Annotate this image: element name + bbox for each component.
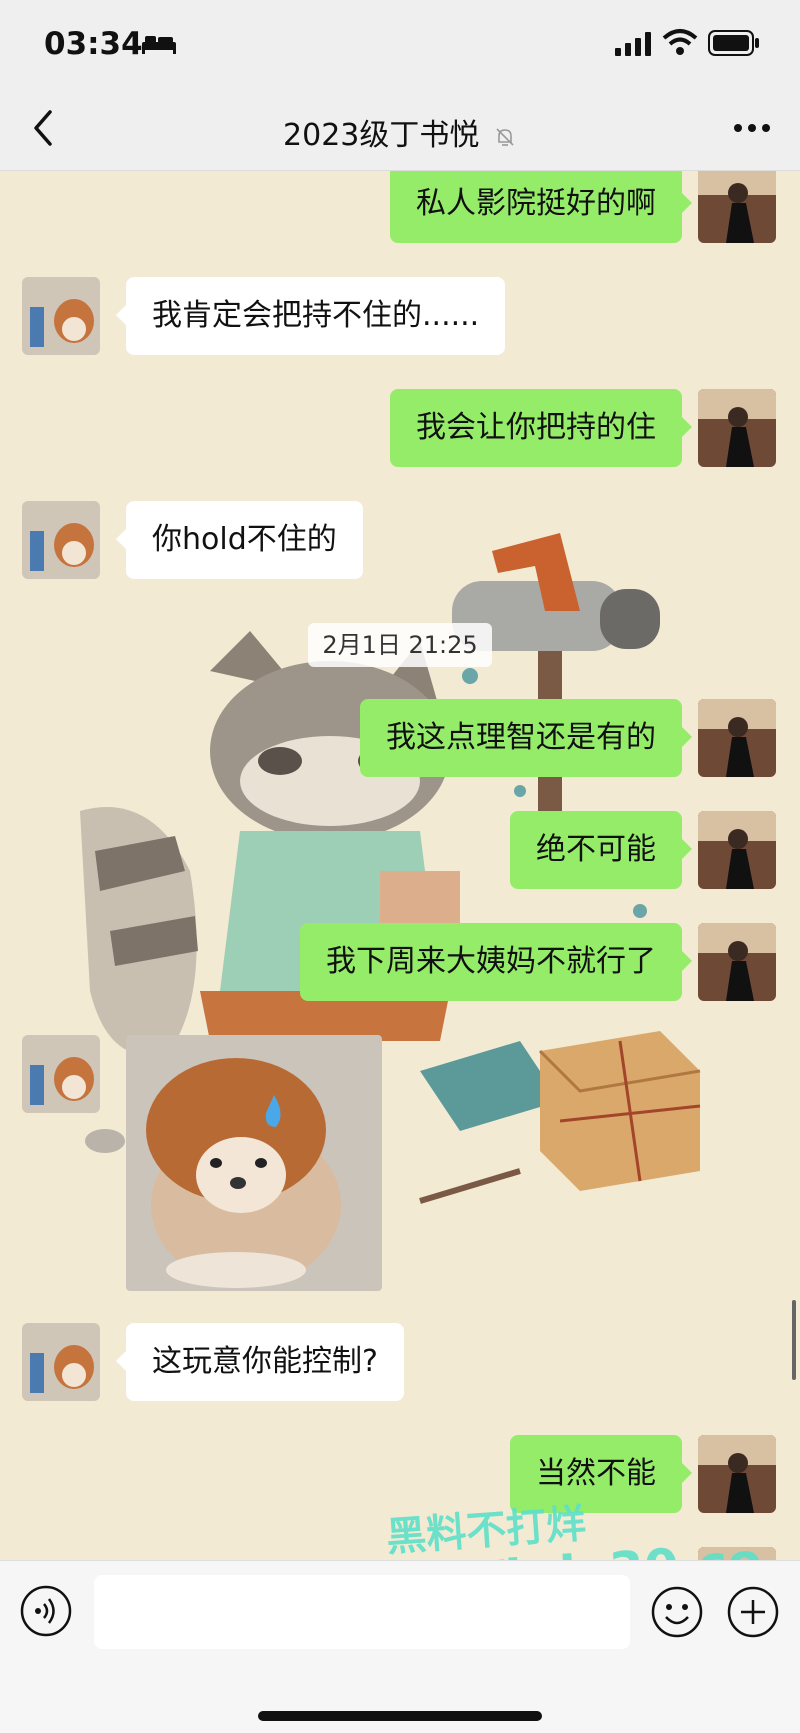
message-timestamp: 2月1日 21:25 [308,623,492,667]
message-bubble[interactable]: 我肯定会把持不住的...... [115,277,506,355]
message-bubble[interactable]: 你hold不住的 [116,501,363,579]
message-bubble[interactable]: 我这点理智还是有的 [360,699,692,777]
avatar[interactable] [698,171,776,243]
battery-icon [708,30,759,56]
message-bubble[interactable]: 这玩意你能控制? [116,1323,404,1401]
input-bar [0,1560,800,1733]
message-bubble[interactable]: 绝不可能 [510,811,692,889]
plus-icon[interactable] [726,1585,780,1639]
avatar[interactable] [698,1435,776,1513]
chat-title-wrap: 2023级丁书悦 [0,110,800,154]
chat-header: 2023级丁书悦 [0,88,800,171]
message-input[interactable] [94,1575,630,1649]
smiley-icon[interactable] [650,1585,704,1639]
avatar[interactable] [22,1323,100,1401]
message-bubble[interactable]: 我会让你把持的住 [390,389,692,467]
signal-icon [615,32,651,56]
chat-title: 2023级丁书悦 [283,118,480,153]
voice-icon[interactable] [20,1585,72,1637]
chat-scrollbar[interactable] [792,1300,796,1380]
avatar[interactable] [698,699,776,777]
chat-area[interactable]: 私人影院挺好的啊 我肯定会把持不住的...... 我会让你把持的住 你hold不… [0,171,800,1560]
avatar[interactable] [698,811,776,889]
status-time: 03:34 [44,26,143,62]
avatar[interactable] [22,277,100,355]
avatar[interactable] [22,1035,100,1113]
home-indicator [258,1711,542,1721]
sticker-image[interactable] [126,1035,382,1291]
avatar[interactable] [698,923,776,1001]
message-bubble[interactable]: 我下周来大姨妈不就行了 [300,923,692,1001]
status-bar: 03:34 [0,0,800,88]
avatar[interactable] [698,389,776,467]
avatar[interactable] [22,501,100,579]
ellipsis-icon[interactable] [732,116,772,140]
bell-slash-icon [496,127,514,146]
bed-icon [142,36,176,54]
wifi-icon [662,29,698,55]
message-bubble[interactable]: 私人影院挺好的啊 [390,171,692,243]
